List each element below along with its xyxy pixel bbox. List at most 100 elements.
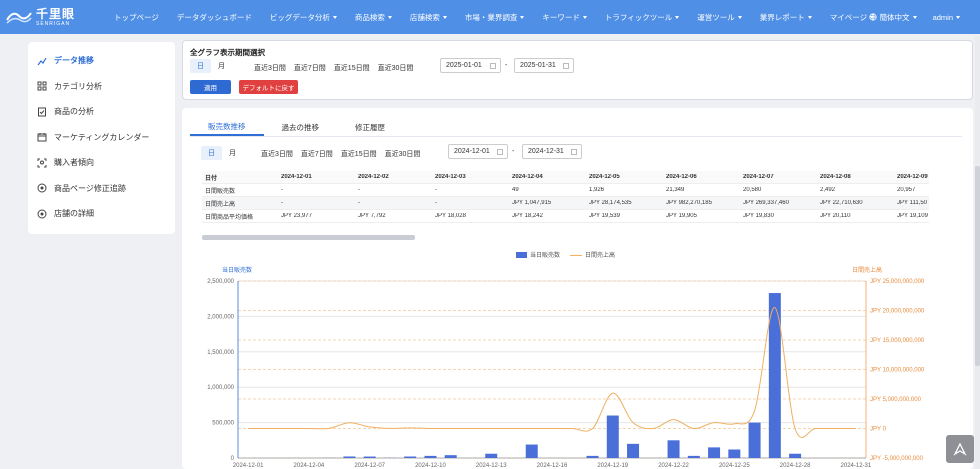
- table-cell: -: [281, 200, 283, 206]
- bar-2024-12-07: [363, 456, 376, 458]
- nav-item-2[interactable]: ビッグデータ分析: [261, 12, 346, 23]
- x-tick-label: 2024-12-28: [780, 463, 811, 469]
- bar-2024-12-26: [748, 422, 761, 458]
- global-end-date[interactable]: 2025-01-31: [514, 58, 574, 73]
- quick-range-30d[interactable]: 直近30日間: [381, 149, 425, 159]
- global-quick-ranges: 直近3日間 直近7日間 直近15日間 直近30日間: [250, 63, 417, 73]
- y-left-axis-title: 当日販売数: [222, 266, 252, 274]
- nav-item-label: 運営ツール: [697, 12, 735, 22]
- nav-item-4[interactable]: 店舗検索: [401, 12, 456, 23]
- table-header-row: 日付 2024-12-01 2024-12-02 2024-12-03 2024-12-…: [202, 171, 929, 184]
- row-label-cell: 日間売上高: [205, 201, 236, 208]
- start-date-value: 2025-01-01: [446, 62, 482, 69]
- sidebar-item-5[interactable]: 商品ページ修正追跡: [28, 176, 175, 202]
- language-selector[interactable]: 簡体中文: [868, 12, 917, 23]
- granularity-month-button[interactable]: 月: [211, 59, 232, 73]
- sidebar-item-1[interactable]: カテゴリ分析: [28, 74, 175, 100]
- bar-2024-12-23: [687, 455, 700, 458]
- sidebar-item-0[interactable]: データ推移: [28, 48, 175, 74]
- table-horizontal-scrollbar[interactable]: [202, 235, 415, 240]
- y-left-tick-label: 1,500,000: [207, 350, 234, 356]
- y-left-tick-label: 2,500,000: [207, 279, 234, 285]
- table-cell: JPY 18,028: [435, 213, 466, 219]
- start-date-value: 2024-12-01: [454, 148, 490, 155]
- chart-line-icon: [37, 57, 47, 66]
- bar-2024-12-20: [627, 443, 640, 458]
- bar-2024-12-24: [708, 447, 721, 458]
- x-tick-label: 2024-12-07: [354, 463, 385, 469]
- quick-range-30d[interactable]: 直近30日間: [374, 63, 418, 73]
- table-cell: -: [435, 187, 437, 193]
- granularity-day-button[interactable]: 日: [190, 59, 211, 73]
- x-tick-label: 2024-12-10: [415, 463, 446, 469]
- bar-2024-12-25: [728, 449, 741, 458]
- chevron-down-icon: [387, 15, 392, 19]
- quick-range-3d[interactable]: 直近3日間: [250, 63, 290, 73]
- bar-2024-12-13: [485, 453, 498, 458]
- user-menu[interactable]: admin: [933, 13, 960, 22]
- table-cell: JPY 982,270,185: [666, 200, 712, 206]
- data-table: 日付 2024-12-01 2024-12-02 2024-12-03 2024-12-…: [202, 171, 929, 223]
- chevron-down-icon: [582, 15, 587, 19]
- table-cell: JPY 22,710,630: [820, 200, 863, 206]
- x-tick-label: 2024-12-04: [294, 463, 325, 469]
- sidebar-item-6[interactable]: 店舗の詳細: [28, 201, 175, 227]
- date-separator: -: [505, 62, 508, 69]
- nav-item-7[interactable]: トラフィックツール: [596, 12, 688, 23]
- legend-line-swatch: [570, 254, 583, 256]
- x-tick-label: 2024-12-13: [476, 463, 507, 469]
- table-row: 日間販売数 - - - 49 1,926 21,349 20,580 2,492 20,957: [202, 184, 929, 197]
- quick-range-15d[interactable]: 直近15日間: [337, 149, 381, 159]
- nav-item-label: 店舗検索: [409, 12, 440, 22]
- bar-2024-12-15: [525, 444, 538, 458]
- quick-range-15d[interactable]: 直近15日間: [330, 63, 374, 73]
- page-scrollbar[interactable]: [975, 36, 980, 469]
- bar-2024-12-10: [424, 455, 437, 458]
- table-cell: 2024-12-02: [358, 174, 389, 180]
- table-cell: 2024-12-04: [512, 174, 543, 180]
- sidebar-item-4[interactable]: 購入者傾向: [28, 150, 175, 176]
- global-start-date[interactable]: 2025-01-01: [440, 58, 501, 73]
- sidebar-item-3[interactable]: マーケティングカレンダー: [28, 125, 175, 151]
- target-icon: [37, 209, 47, 219]
- nav-item-9[interactable]: 業界レポート: [751, 12, 821, 23]
- sidebar-item-2[interactable]: 商品の分析: [28, 99, 175, 125]
- table-cell: JPY 19,109: [897, 213, 928, 219]
- y-right-axis-title: 日間売上高: [852, 266, 882, 274]
- sidebar-item-label: 商品の分析: [54, 107, 94, 117]
- table-cell: 2024-12-09: [897, 174, 928, 180]
- chevron-down-icon: [442, 15, 447, 19]
- tab-revision-log[interactable]: 修正履歴: [337, 118, 403, 136]
- quick-range-7d[interactable]: 直近7日間: [290, 63, 330, 73]
- tab-history[interactable]: 過去の推移: [264, 118, 338, 136]
- nav-item-5[interactable]: 市場・業界調査: [456, 12, 534, 23]
- local-start-date[interactable]: 2024-12-01: [448, 144, 508, 159]
- reset-default-button[interactable]: デフォルトに戻す: [239, 80, 298, 94]
- sidebar-item-label: 購入者傾向: [54, 158, 94, 168]
- nav-item-3[interactable]: 商品検索: [346, 12, 401, 23]
- top-navbar: 千里眼 SENRIGAN トップページ データダッシュボード ビッグデータ分析 商品検…: [0, 0, 980, 34]
- global-range-title: 全グラフ表示期間選択: [190, 48, 265, 57]
- local-end-date[interactable]: 2024-12-31: [522, 144, 582, 159]
- nav-item-1[interactable]: データダッシュボード: [168, 12, 261, 23]
- quick-range-7d[interactable]: 直近7日間: [297, 149, 337, 159]
- bar-2024-12-11: [444, 455, 457, 458]
- quick-range-3d[interactable]: 直近3日間: [257, 149, 297, 159]
- nav-item-8[interactable]: 運営ツール: [688, 12, 751, 23]
- scrollbar-thumb[interactable]: [975, 166, 980, 366]
- tab-sales-trend[interactable]: 販売数推移: [190, 118, 264, 136]
- table-cell: 2,492: [820, 187, 836, 193]
- granularity-day-button[interactable]: 日: [201, 146, 222, 160]
- granularity-month-button[interactable]: 月: [222, 146, 243, 160]
- nav-item-6[interactable]: キーワード: [533, 12, 596, 23]
- brand-logo[interactable]: 千里眼 SENRIGAN: [0, 0, 105, 34]
- apply-button[interactable]: 適用: [190, 80, 231, 94]
- globe-icon: [868, 13, 877, 21]
- table-cell: 2024-12-08: [820, 174, 851, 180]
- scan-user-icon: [37, 158, 47, 168]
- chevron-down-icon: [332, 15, 337, 19]
- nav-item-0[interactable]: トップページ: [105, 12, 168, 23]
- back-to-top-button[interactable]: [946, 435, 974, 463]
- logo-mark-icon: [6, 8, 32, 26]
- data-panel: 販売数推移 過去の推移 修正履歴 日 月 直近3日間 直近7日間 直近15日間 …: [182, 108, 973, 469]
